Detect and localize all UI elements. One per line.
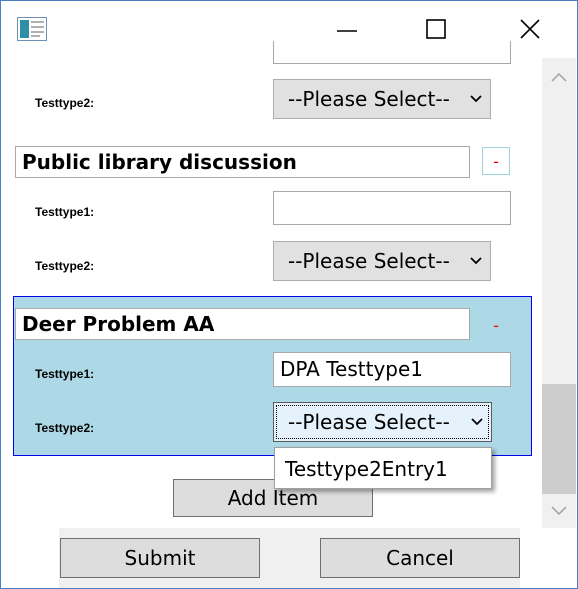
field-label: Testtype1: [35, 367, 95, 381]
vertical-scrollbar[interactable] [542, 58, 576, 528]
chevron-down-icon [471, 418, 483, 426]
testtype2-select-focused[interactable]: --Please Select-- [273, 402, 492, 442]
chevron-down-icon [470, 95, 482, 103]
testtype1-input[interactable]: DPA Testtype1 [273, 352, 511, 387]
testtype2-select[interactable]: --Please Select-- [273, 79, 491, 119]
scrollbar-thumb[interactable] [542, 384, 576, 494]
submit-button[interactable]: Submit [60, 538, 260, 578]
field-label: Testtype1: [35, 205, 95, 219]
remove-section-button[interactable]: - [482, 311, 510, 339]
scroll-up-icon[interactable] [551, 72, 567, 82]
select-value: --Please Select-- [288, 410, 450, 434]
form-icon [17, 17, 47, 41]
minimize-icon [337, 30, 357, 32]
section-0-testtype1-input[interactable] [273, 41, 511, 64]
cancel-button[interactable]: Cancel [320, 538, 520, 578]
select-value: --Please Select-- [288, 87, 450, 111]
dropdown-option[interactable]: Testtype2Entry1 [285, 457, 448, 481]
field-label: Testtype2: [35, 259, 95, 273]
select-value: --Please Select-- [288, 249, 450, 273]
testtype1-input[interactable] [273, 191, 511, 225]
app-window: Testtype2: --Please Select-- Public libr… [0, 0, 578, 589]
field-label: Testtype2: [35, 96, 95, 110]
chevron-down-icon [470, 257, 482, 265]
section-title-input[interactable]: Deer Problem AA [15, 308, 470, 340]
section-title-input[interactable]: Public library discussion [15, 146, 470, 178]
maximize-icon [426, 19, 446, 39]
remove-section-button[interactable]: - [482, 147, 510, 175]
dropdown-list: Testtype2Entry1 [274, 447, 492, 489]
testtype2-select[interactable]: --Please Select-- [273, 241, 491, 281]
field-label: Testtype2: [35, 421, 95, 435]
scroll-down-icon[interactable] [551, 506, 567, 516]
close-icon [520, 19, 540, 39]
